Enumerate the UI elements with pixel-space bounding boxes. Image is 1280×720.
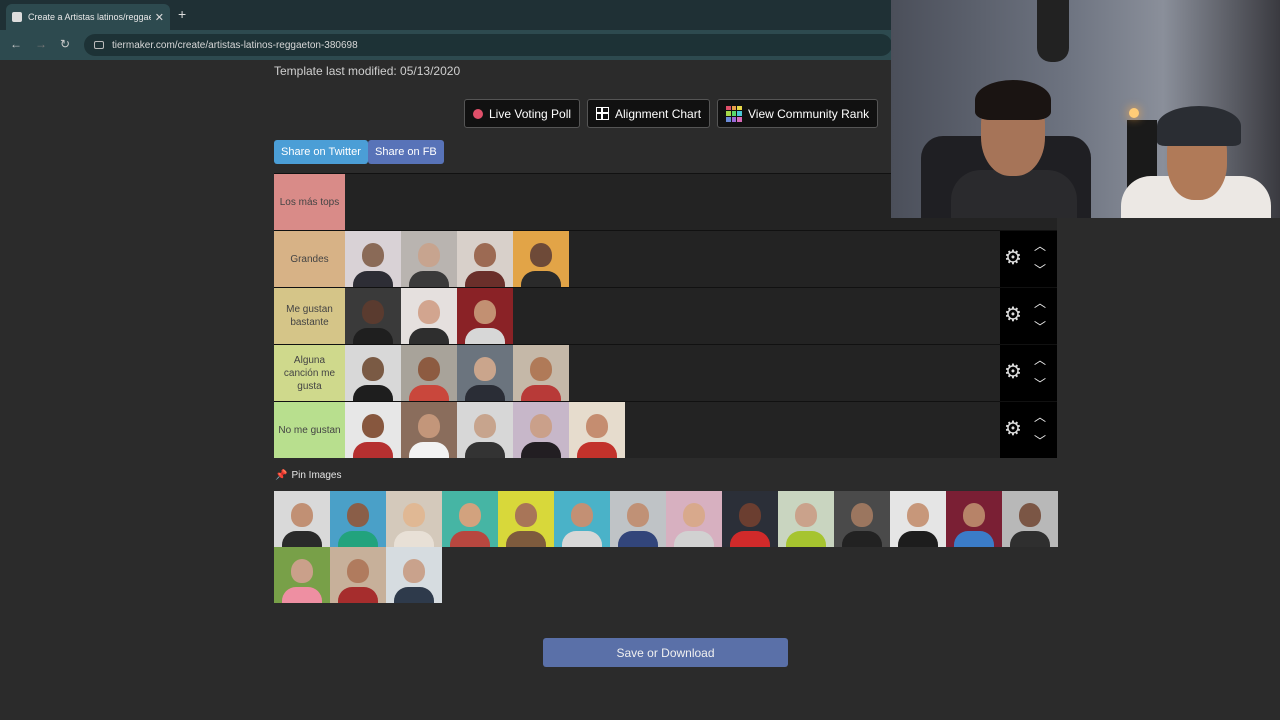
artist-image[interactable]	[1002, 491, 1058, 547]
community-rank-label: View Community Rank	[748, 106, 870, 121]
alignment-chart-label: Alignment Chart	[615, 106, 702, 121]
artist-image[interactable]	[274, 491, 330, 547]
artist-image[interactable]	[890, 491, 946, 547]
reload-icon[interactable]: ↻	[60, 37, 70, 51]
image-pool	[274, 491, 1058, 603]
streamer-1-hair	[975, 80, 1051, 120]
chevron-up-icon[interactable]: ︿	[1034, 351, 1046, 368]
chevron-down-icon[interactable]: ﹀	[1034, 432, 1046, 449]
streamer-1-body	[951, 170, 1077, 218]
url-input[interactable]: tiermaker.com/create/artistas-latinos-re…	[84, 34, 892, 56]
tier-controls: ⚙ ︿ ﹀	[1000, 288, 1057, 344]
tier-row: Alguna canción me gusta ⚙ ︿ ﹀	[274, 344, 1057, 401]
webcam-overlay	[891, 0, 1280, 218]
gear-icon[interactable]: ⚙	[1004, 419, 1024, 439]
tier-items	[345, 402, 625, 458]
artist-image[interactable]	[401, 231, 457, 287]
template-modified-date: Template last modified: 05/13/2020	[274, 64, 461, 78]
artist-image[interactable]	[498, 491, 554, 547]
artist-image[interactable]	[513, 231, 569, 287]
tier-items	[345, 231, 569, 287]
gear-icon[interactable]: ⚙	[1004, 305, 1024, 325]
tier-controls: ⚙ ︿ ﹀	[1000, 402, 1057, 458]
view-community-rank-button[interactable]: View Community Rank	[717, 99, 879, 128]
tier-controls: ⚙ ︿ ﹀	[1000, 231, 1057, 287]
record-dot-icon	[473, 108, 483, 119]
live-voting-poll-button[interactable]: Live Voting Poll	[464, 99, 581, 128]
tier-label[interactable]: Me gustan bastante	[274, 288, 345, 344]
artist-image[interactable]	[330, 491, 386, 547]
chevron-up-icon[interactable]: ︿	[1034, 237, 1046, 254]
artist-image[interactable]	[401, 288, 457, 344]
gear-icon[interactable]: ⚙	[1004, 248, 1024, 268]
gear-icon[interactable]: ⚙	[1004, 362, 1024, 382]
artist-image[interactable]	[946, 491, 1002, 547]
artist-image[interactable]	[513, 402, 569, 458]
chevron-down-icon[interactable]: ﹀	[1034, 375, 1046, 392]
tab-title: Create a Artistas latinos/reggae	[28, 12, 151, 22]
artist-image[interactable]	[722, 491, 778, 547]
tier-colors-icon	[726, 105, 742, 122]
tier-items	[345, 288, 513, 344]
artist-image[interactable]	[610, 491, 666, 547]
pin-images-header: 📌 Pin Images	[275, 470, 341, 481]
grid-icon	[596, 107, 609, 120]
new-tab-icon[interactable]: +	[178, 6, 186, 22]
close-tab-icon[interactable]: ✕	[155, 11, 164, 24]
chevron-down-icon[interactable]: ﹀	[1034, 261, 1046, 278]
share-twitter-button[interactable]: Share on Twitter	[274, 140, 368, 164]
url-text: tiermaker.com/create/artistas-latinos-re…	[112, 39, 358, 51]
lamp	[1129, 108, 1139, 118]
artist-image[interactable]	[457, 231, 513, 287]
pushpin-icon: 📌	[275, 470, 288, 481]
artist-image[interactable]	[345, 345, 401, 401]
tier-row: No me gustan ⚙ ︿ ﹀	[274, 401, 1057, 458]
chevron-up-icon[interactable]: ︿	[1034, 294, 1046, 311]
microphone	[1037, 0, 1069, 62]
site-info-icon[interactable]	[94, 41, 104, 49]
artist-image[interactable]	[834, 491, 890, 547]
artist-image[interactable]	[554, 491, 610, 547]
artist-image[interactable]	[401, 402, 457, 458]
tier-controls: ⚙ ︿ ﹀	[1000, 345, 1057, 401]
artist-image[interactable]	[457, 288, 513, 344]
artist-image[interactable]	[345, 288, 401, 344]
artist-image[interactable]	[345, 402, 401, 458]
tier-label[interactable]: Alguna canción me gusta	[274, 345, 345, 401]
artist-image[interactable]	[386, 547, 442, 603]
artist-image[interactable]	[345, 231, 401, 287]
back-icon[interactable]: ←	[10, 37, 22, 51]
artist-image[interactable]	[401, 345, 457, 401]
artist-image[interactable]	[666, 491, 722, 547]
artist-image[interactable]	[386, 491, 442, 547]
tier-label[interactable]: No me gustan	[274, 402, 345, 458]
pin-images-label: Pin Images	[291, 470, 342, 481]
artist-image[interactable]	[330, 547, 386, 603]
browser-tab[interactable]: Create a Artistas latinos/reggae ✕	[6, 4, 170, 30]
chevron-up-icon[interactable]: ︿	[1034, 408, 1046, 425]
tiermaker-favicon-icon	[12, 12, 22, 22]
tier-label[interactable]: Los más tops	[274, 174, 345, 230]
forward-icon[interactable]: →	[35, 37, 47, 51]
artist-image[interactable]	[457, 402, 513, 458]
artist-image[interactable]	[513, 345, 569, 401]
tier-row: Me gustan bastante ⚙ ︿ ﹀	[274, 287, 1057, 344]
chevron-down-icon[interactable]: ﹀	[1034, 318, 1046, 335]
streamer-2-cap	[1157, 106, 1241, 146]
artist-image[interactable]	[778, 491, 834, 547]
tier-row: Grandes ⚙ ︿ ﹀	[274, 230, 1057, 287]
tier-items	[345, 345, 569, 401]
artist-image[interactable]	[442, 491, 498, 547]
artist-image[interactable]	[457, 345, 513, 401]
alignment-chart-button[interactable]: Alignment Chart	[587, 99, 711, 128]
save-or-download-button[interactable]: Save or Download	[543, 638, 788, 667]
artist-image[interactable]	[569, 402, 625, 458]
artist-image[interactable]	[274, 547, 330, 603]
tier-label[interactable]: Grandes	[274, 231, 345, 287]
live-voting-label: Live Voting Poll	[489, 106, 572, 121]
share-facebook-button[interactable]: Share on FB	[368, 140, 444, 164]
